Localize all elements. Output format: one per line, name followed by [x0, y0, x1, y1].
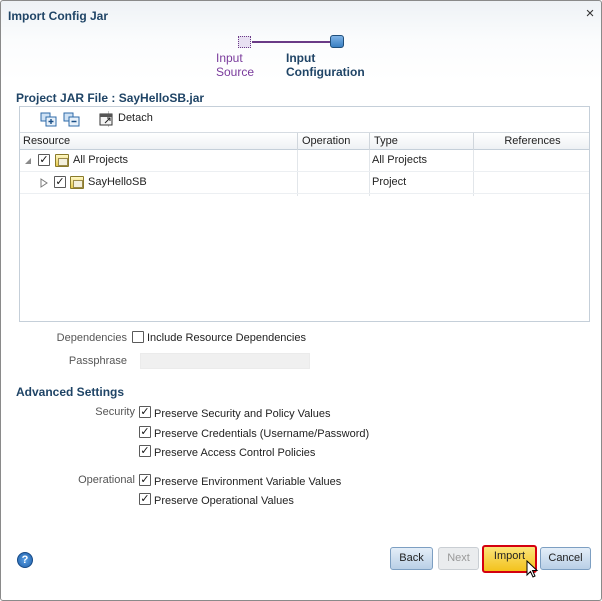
collapse-all-icon[interactable] — [63, 112, 80, 127]
preserve-operational-values-label[interactable]: Preserve Operational Values — [154, 495, 294, 507]
back-button[interactable]: Back — [390, 547, 433, 570]
train-label-input-source[interactable]: Input Source — [216, 51, 254, 79]
folder-icon — [55, 154, 69, 167]
table-toolbar: Detach — [20, 107, 589, 131]
security-label: Security — [95, 406, 135, 418]
row-type: All Projects — [372, 154, 428, 166]
row-resource-name: All Projects — [73, 154, 129, 166]
column-header-type[interactable]: Type — [369, 133, 473, 150]
train-stop-input-configuration — [330, 35, 344, 48]
preserve-security-policy-checkbox[interactable]: ✓ — [139, 406, 151, 418]
column-header-operation[interactable]: Operation — [297, 133, 369, 150]
dialog-title: Import Config Jar — [8, 9, 109, 23]
dependencies-label: Dependencies — [56, 332, 127, 344]
passphrase-label: Passphrase — [68, 355, 127, 367]
train-label-input-configuration: Input Configuration — [286, 51, 365, 79]
include-dependencies-label[interactable]: Include Resource Dependencies — [147, 332, 306, 344]
preserve-credentials-checkbox[interactable]: ✓ — [139, 426, 151, 438]
row-checkbox-all-projects[interactable]: ✓ — [38, 154, 50, 166]
project-jar-heading: Project JAR File : SayHelloSB.jar — [16, 91, 205, 105]
train-stop-input-source[interactable] — [238, 36, 251, 48]
row-resource-name: SayHelloSB — [88, 176, 147, 188]
operational-label: Operational — [78, 474, 135, 486]
table-row[interactable]: ✓ SayHelloSB Project — [20, 172, 589, 194]
preserve-operational-values-checkbox[interactable]: ✓ — [139, 493, 151, 505]
row-checkbox-sayhellosb[interactable]: ✓ — [54, 176, 66, 188]
preserve-security-policy-label[interactable]: Preserve Security and Policy Values — [154, 408, 331, 420]
train-connector — [252, 41, 331, 43]
preserve-env-vars-label[interactable]: Preserve Environment Variable Values — [154, 476, 341, 488]
detach-button[interactable]: Detach — [118, 112, 153, 124]
preserve-access-control-checkbox[interactable]: ✓ — [139, 445, 151, 457]
close-icon[interactable]: × — [582, 6, 598, 22]
preserve-credentials-label[interactable]: Preserve Credentials (Username/Password) — [154, 428, 369, 440]
resource-table-panel: Detach Resource Operation Type Reference… — [19, 106, 590, 322]
detach-icon[interactable] — [99, 112, 114, 127]
preserve-access-control-label[interactable]: Preserve Access Control Policies — [154, 447, 315, 459]
passphrase-input[interactable] — [140, 353, 310, 369]
mouse-pointer-icon — [526, 560, 539, 578]
cancel-button[interactable]: Cancel — [540, 547, 591, 570]
column-header-references[interactable]: References — [473, 133, 591, 150]
row-type: Project — [372, 176, 407, 188]
table-row[interactable]: ✓ All Projects All Projects — [20, 150, 589, 172]
column-header-resource[interactable]: Resource — [20, 133, 297, 150]
expand-triangle-icon[interactable] — [40, 178, 48, 188]
folder-icon — [70, 176, 84, 189]
table-header: Resource Operation Type References — [20, 132, 589, 150]
import-config-jar-dialog: Import Config Jar × Input Source Input C… — [0, 0, 602, 601]
expand-all-icon[interactable] — [40, 112, 57, 127]
next-button[interactable]: Next — [438, 547, 479, 570]
help-icon[interactable]: ? — [17, 552, 33, 568]
collapse-triangle-icon[interactable] — [24, 157, 32, 165]
preserve-env-vars-checkbox[interactable]: ✓ — [139, 474, 151, 486]
include-dependencies-checkbox[interactable] — [132, 331, 144, 343]
advanced-settings-heading: Advanced Settings — [16, 385, 125, 399]
